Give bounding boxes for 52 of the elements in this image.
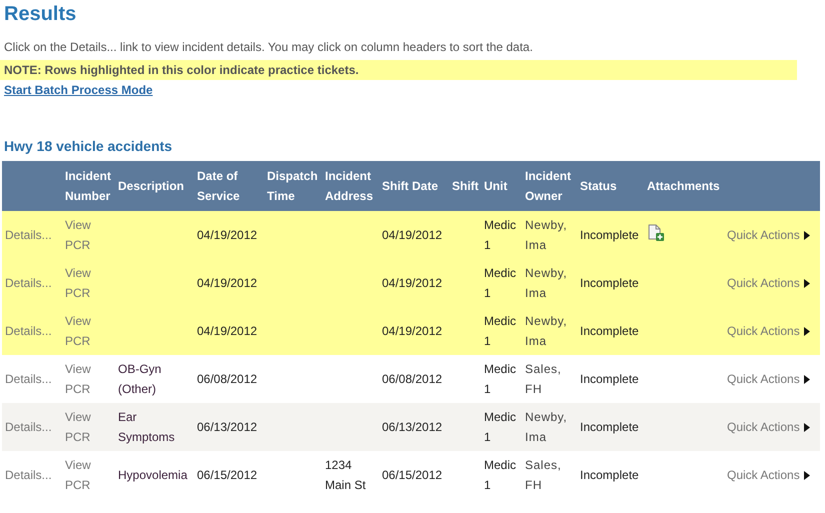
shift-date-cell-text: 06/13/2012 [382, 419, 442, 436]
status-cell-text: Incomplete [580, 371, 639, 388]
caret-icon [804, 422, 810, 432]
unit-cell-text: Medic 1 [484, 457, 518, 494]
shift-date-cell-text: 04/19/2012 [382, 323, 442, 340]
status-cell-text: Incomplete [580, 419, 639, 436]
description-cell-text: Ear Symptoms [118, 409, 176, 446]
quick-actions-menu[interactable]: Quick Actions [727, 369, 810, 389]
date-cell-text: 04/19/2012 [197, 227, 258, 244]
page-title: Results [4, 2, 78, 26]
unit-cell-text: Medic 1 [484, 313, 518, 350]
status-cell-text: Incomplete [580, 467, 639, 484]
shift-date-cell-text: 04/19/2012 [382, 227, 442, 244]
shift-date-cell-text: 04/19/2012 [382, 275, 442, 292]
owner-cell-text: Sales, FH [525, 361, 562, 398]
caret-icon [804, 374, 810, 384]
shift-date-cell-text: 06/08/2012 [382, 371, 442, 388]
address-cell-text: 1234 Main St [325, 457, 367, 494]
caret-icon [804, 470, 810, 480]
owner-cell-text: Newby, Ima [525, 217, 568, 254]
table-title: Hwy 18 vehicle accidents [4, 137, 174, 155]
unit-cell-text: Medic 1 [484, 361, 518, 398]
details-link[interactable]: Details... [5, 369, 52, 389]
shift-date-cell-text: 06/15/2012 [382, 467, 442, 484]
unit-cell-text: Medic 1 [484, 265, 518, 302]
view-pcr-link[interactable]: View PCR [65, 359, 112, 399]
date-cell-text: 06/08/2012 [197, 371, 258, 388]
owner-cell-text: Newby, Ima [525, 409, 568, 446]
description-cell-text: Hypovolemia [118, 467, 188, 484]
caret-icon [804, 230, 810, 240]
details-link[interactable]: Details... [5, 465, 52, 485]
date-cell-text: 04/19/2012 [197, 323, 258, 340]
status-cell-text: Incomplete [580, 227, 639, 244]
view-pcr-link[interactable]: View PCR [65, 455, 112, 495]
owner-cell-text: Newby, Ima [525, 313, 568, 350]
date-cell-text: 06/13/2012 [197, 419, 258, 436]
caret-icon [804, 326, 810, 336]
practice-note: NOTE: Rows highlighted in this color indicate practice tickets. [0, 60, 797, 80]
unit-cell-text: Medic 1 [484, 409, 518, 446]
date-cell-text: 04/19/2012 [197, 275, 258, 292]
description-cell-text: OB-Gyn (Other) [118, 361, 162, 398]
date-cell-text: 06/15/2012 [197, 467, 258, 484]
unit-cell-text: Medic 1 [484, 217, 518, 254]
owner-cell-text: Sales, FH [525, 457, 562, 494]
instructions-text: Click on the Details... link to view incident details. You may click on column headers to sort the data. [4, 40, 534, 54]
add-document-icon[interactable] [647, 224, 664, 240]
caret-icon [804, 278, 810, 288]
batch-process-link[interactable]: Start Batch Process Mode [4, 83, 153, 97]
quick-actions-menu[interactable]: Quick Actions [727, 465, 810, 485]
owner-cell-text: Newby, Ima [525, 265, 568, 302]
status-cell-text: Incomplete [580, 323, 639, 340]
status-cell-text: Incomplete [580, 275, 639, 292]
